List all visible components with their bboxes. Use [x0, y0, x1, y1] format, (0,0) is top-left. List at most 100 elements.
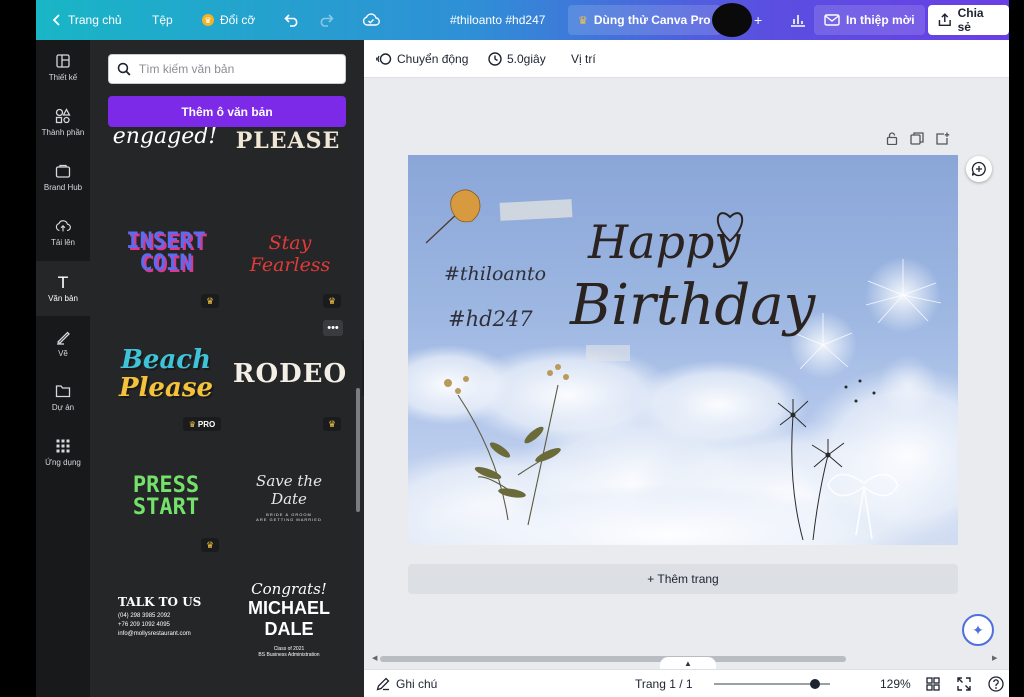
notes-button[interactable]: Ghi chú — [376, 670, 437, 697]
talk-line4: info@mollysrestaurant.com — [118, 631, 191, 637]
try-canva-pro-button[interactable]: ♛ Dùng thử Canva Pro — [568, 5, 721, 35]
text-template-rodeo[interactable]: RODEO — [233, 356, 346, 392]
position-label: Vị trí — [571, 52, 596, 66]
show-pages-button[interactable]: ▲ — [660, 657, 716, 669]
rail-label-text: Văn bản — [48, 294, 78, 303]
talk-line1: TALK TO US — [118, 595, 202, 609]
text-template-beach-please[interactable]: Beach Please — [116, 342, 216, 406]
avatar[interactable] — [712, 3, 752, 37]
file-label: Tệp — [152, 13, 173, 27]
premium-crown-icon: ♛ — [323, 417, 341, 431]
clock-icon — [488, 52, 502, 66]
rail-label-design: Thiết kế — [48, 73, 78, 82]
text-template-press-start[interactable]: PRESS START — [116, 474, 216, 520]
search-input[interactable] — [138, 62, 337, 76]
lock-icon[interactable] — [886, 132, 898, 145]
cloud-sky-background — [408, 189, 958, 545]
beach-please-line1: Beach — [120, 345, 212, 375]
panel-scrollbar[interactable] — [356, 388, 360, 512]
fullscreen-button[interactable] — [957, 670, 971, 697]
add-page-icon[interactable] — [936, 132, 950, 145]
rail-item-apps[interactable]: Ứng dụng — [36, 425, 90, 480]
grid-view-icon — [926, 677, 940, 691]
insights-button[interactable] — [784, 0, 812, 40]
rail-item-uploads[interactable]: Tải lên — [36, 205, 90, 260]
crown-icon: ♛ — [578, 14, 588, 27]
undo-button[interactable] — [278, 0, 306, 40]
design-canvas[interactable]: Happy Birthday #thiloanto #hd247 — [408, 155, 958, 545]
text-template-congrats[interactable]: Congrats! MICHAEL DALE Class of 2021 BS … — [238, 570, 340, 668]
rail-label-brand-hub: Brand Hub — [43, 183, 83, 192]
rail-label-apps: Ứng dụng — [45, 458, 81, 467]
premium-crown-icon: ♛ — [201, 538, 219, 552]
heart-flourish — [717, 212, 743, 243]
rail-item-text[interactable]: T Văn bản — [36, 261, 90, 316]
magic-assistant-button[interactable]: ✦ — [962, 614, 994, 646]
file-menu-button[interactable]: Tệp — [146, 0, 179, 40]
redo-icon — [320, 14, 334, 27]
crown-icon: ♛ — [188, 419, 196, 429]
stay-fearless-line1: Stay — [268, 232, 312, 254]
text-icon: T — [58, 272, 68, 292]
share-button[interactable]: Chia sẻ — [928, 5, 1009, 35]
birthday-heading[interactable]: Birthday — [570, 273, 815, 338]
more-options-button[interactable]: ••• — [323, 320, 343, 336]
home-button[interactable]: Trang chủ — [46, 0, 128, 40]
duration-label: 5.0giây — [507, 52, 546, 66]
pro-badge-label: PRO — [197, 419, 216, 429]
redo-button[interactable] — [312, 0, 340, 40]
animate-button[interactable]: Chuyển động — [376, 40, 468, 78]
position-button[interactable]: Vị trí — [571, 40, 596, 78]
sparkle-icon: ✦ — [972, 621, 984, 638]
resize-button[interactable]: ♛ Đổi cỡ — [196, 0, 261, 40]
apps-grid-icon — [55, 438, 71, 454]
rail-label-uploads: Tải lên — [50, 238, 75, 247]
brand-hub-icon — [55, 163, 71, 179]
add-page-button[interactable]: + Thêm trang — [408, 564, 958, 594]
scroll-right-icon[interactable]: ▶ — [992, 654, 997, 662]
pro-badge: ♛ PRO — [183, 417, 221, 431]
add-collaborator-icon[interactable]: + — [754, 0, 762, 40]
page-tools — [886, 132, 950, 150]
text-template-stay-fearless[interactable]: Stay Fearless — [240, 226, 340, 282]
zoom-slider[interactable] — [714, 670, 830, 697]
help-icon — [988, 676, 1004, 692]
zoom-level[interactable]: 129% — [880, 670, 911, 697]
rail-label-draw: Vẽ — [58, 349, 68, 358]
rail-item-design[interactable]: Thiết kế — [36, 40, 90, 95]
save-date-line1: Save the Date — [256, 472, 322, 508]
search-box[interactable] — [108, 54, 346, 84]
upload-cloud-icon — [55, 218, 71, 234]
page-indicator[interactable]: Trang 1 / 1 — [635, 670, 693, 697]
press-start-line1: PRESS — [132, 473, 200, 498]
document-title[interactable]: #thiloanto #hd247 — [450, 0, 545, 40]
add-text-box-button[interactable]: Thêm ô văn bản — [108, 96, 346, 127]
text-template-please[interactable]: PLEASE — [236, 124, 340, 158]
scrollbar-thumb[interactable] — [380, 656, 846, 662]
editor-area: Chuyển động 5.0giây Vị trí Happy Birthda… — [364, 40, 1009, 697]
text-template-insert-coin[interactable]: INSERT COIN — [114, 226, 218, 280]
talk-line3: +76 209 1092 4095 — [118, 622, 170, 628]
rail-item-projects[interactable]: Dự án — [36, 370, 90, 425]
grid-view-button[interactable] — [926, 670, 940, 697]
text-template-save-the-date[interactable]: Save the Date BRIDE & GROOM ARE GETTING … — [236, 472, 342, 522]
text-template-talk-to-us[interactable]: TALK TO US (04) 298 3985 2092 +76 209 10… — [118, 592, 218, 642]
hashtag-hd247[interactable]: #hd247 — [448, 307, 533, 331]
rail-label-elements: Thành phần — [41, 128, 85, 137]
scroll-left-icon[interactable]: ◀ — [372, 654, 377, 662]
rail-item-draw[interactable]: Vẽ — [36, 316, 90, 371]
help-button[interactable] — [988, 670, 1004, 697]
beach-please-line2: Please — [119, 373, 213, 403]
zoom-slider-knob[interactable] — [809, 679, 820, 689]
hashtag-thiloanto[interactable]: #thiloanto — [444, 263, 546, 285]
talk-line2: (04) 298 3985 2092 — [118, 613, 171, 619]
left-rail: Thiết kế Thành phần Brand Hub Tải lên T … — [36, 40, 90, 697]
congrats-line3: DALE — [264, 619, 314, 639]
rail-item-brand-hub[interactable]: Brand Hub — [36, 150, 90, 205]
cloud-saved-button[interactable] — [356, 0, 386, 40]
rail-item-elements[interactable]: Thành phần — [36, 95, 90, 150]
duration-button[interactable]: 5.0giây — [488, 40, 546, 78]
duplicate-page-icon[interactable] — [910, 132, 924, 145]
add-comment-button[interactable] — [966, 156, 992, 182]
print-invitation-button[interactable]: In thiệp mời — [814, 5, 925, 35]
